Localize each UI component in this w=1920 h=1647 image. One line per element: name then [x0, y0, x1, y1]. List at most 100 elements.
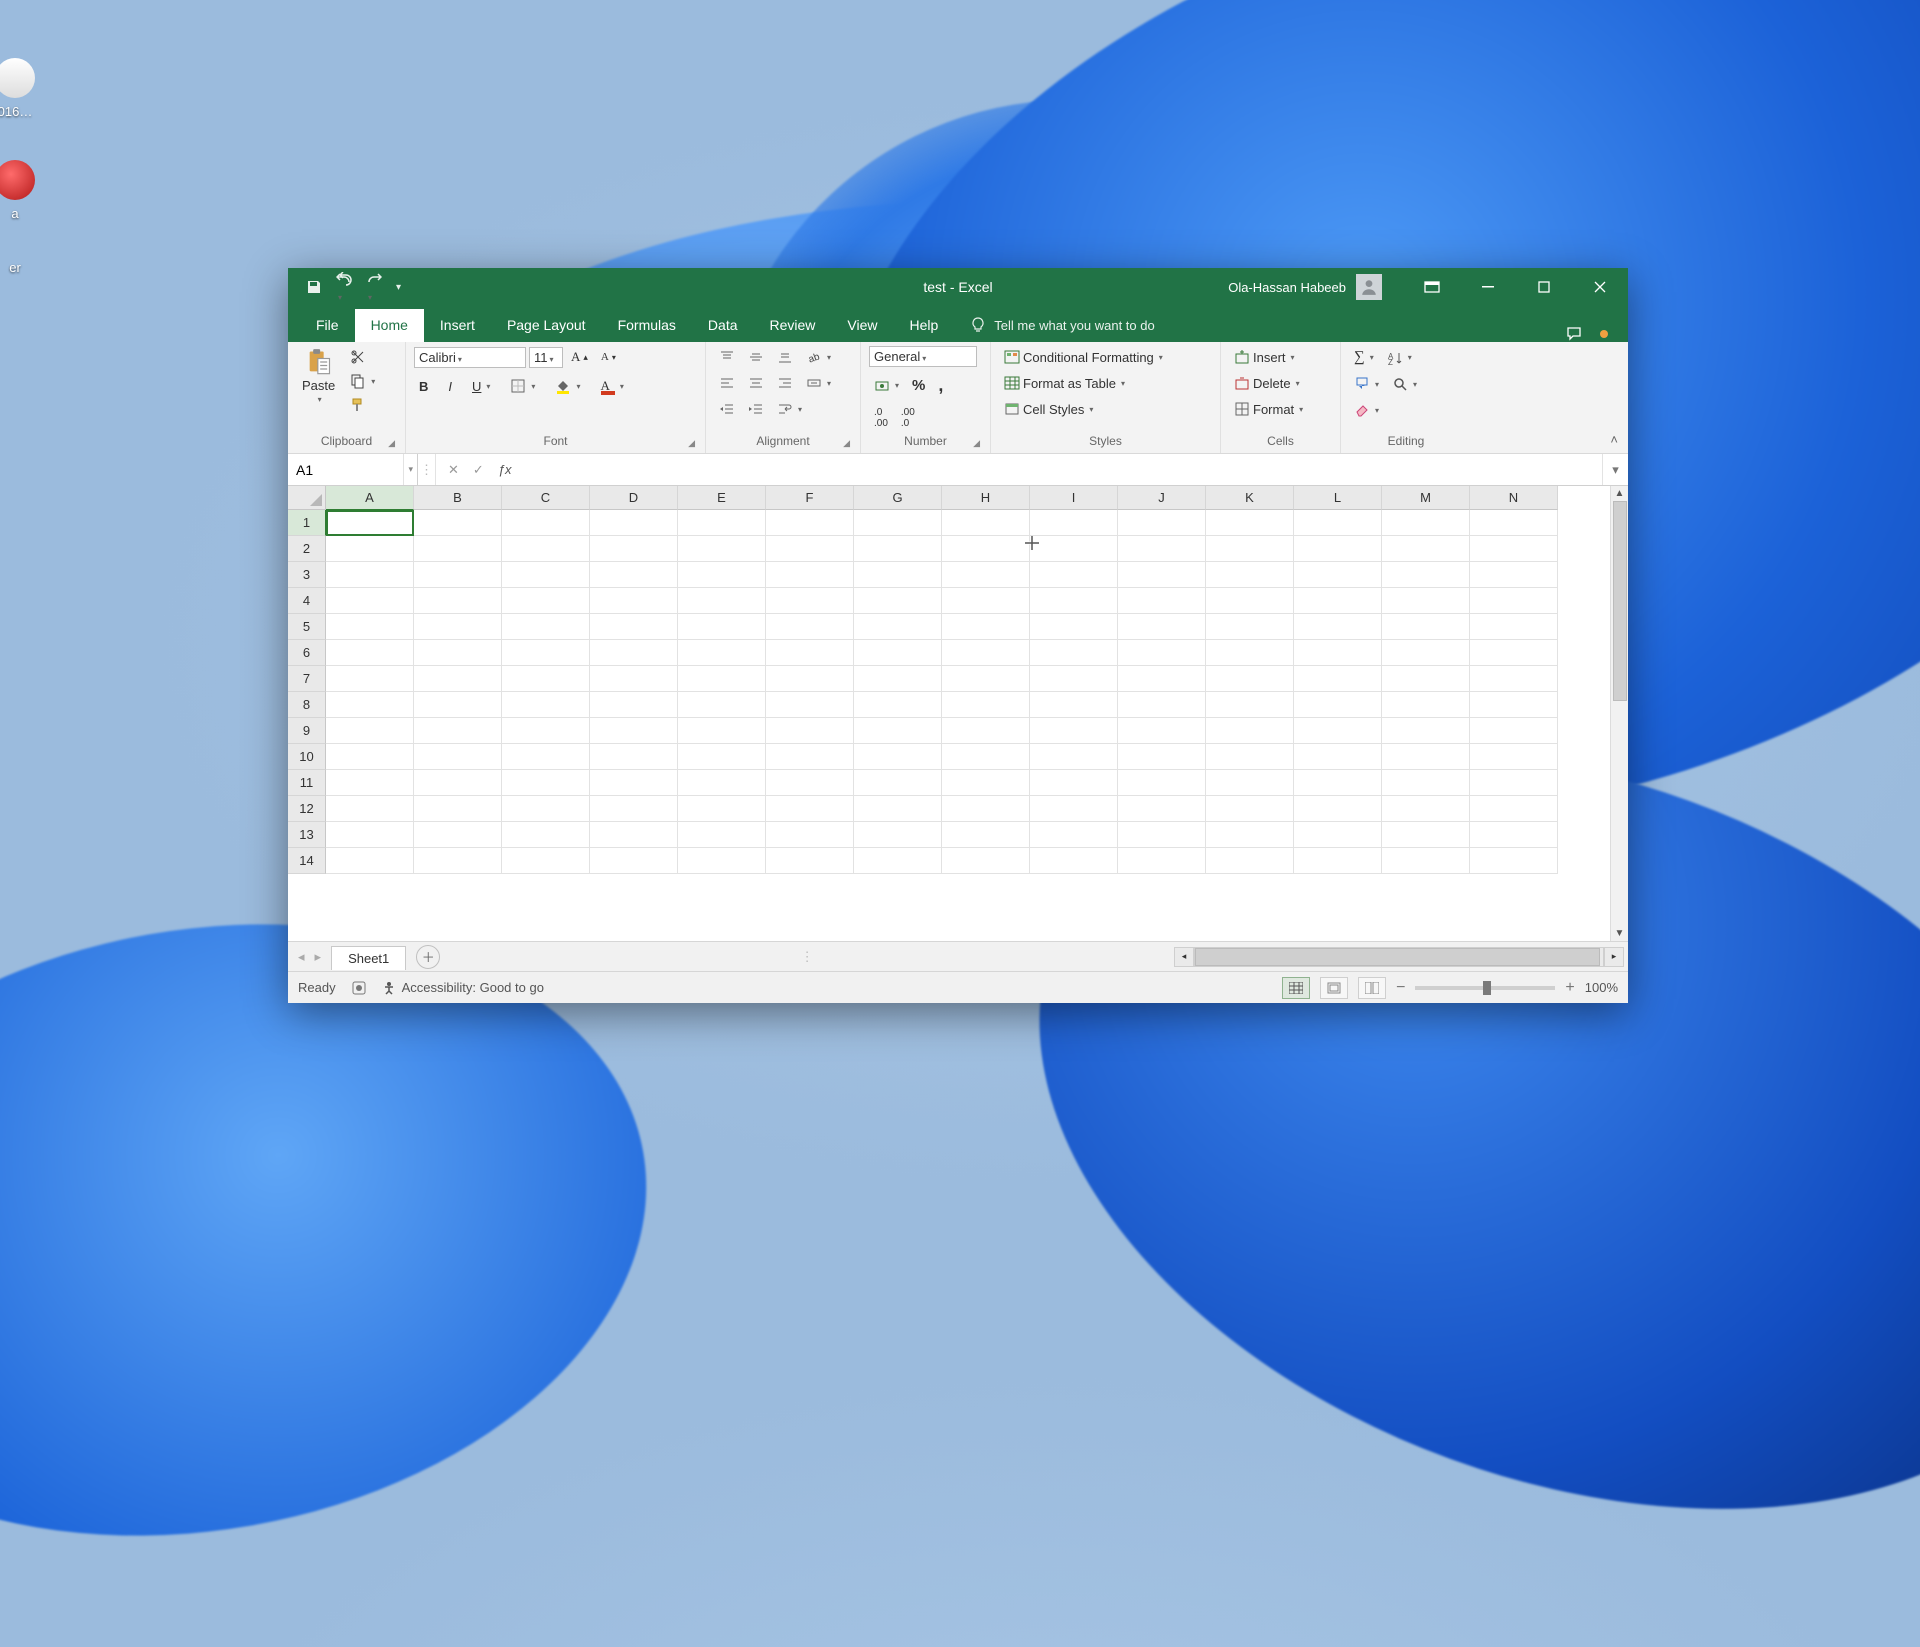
- cell[interactable]: [1206, 562, 1294, 588]
- sheet-prev-button[interactable]: ◂: [298, 949, 305, 965]
- zoom-level[interactable]: 100%: [1585, 980, 1618, 995]
- cell[interactable]: [854, 796, 942, 822]
- cell[interactable]: [678, 562, 766, 588]
- name-box[interactable]: ▾: [288, 454, 418, 485]
- cell[interactable]: [854, 692, 942, 718]
- italic-button[interactable]: I: [443, 376, 457, 397]
- cell[interactable]: [502, 614, 590, 640]
- expand-namebox-button[interactable]: ⋮: [418, 454, 436, 485]
- tab-page-layout[interactable]: Page Layout: [491, 309, 602, 342]
- cell[interactable]: [678, 640, 766, 666]
- cell[interactable]: [326, 770, 414, 796]
- clear-button[interactable]: [1349, 399, 1384, 421]
- cell[interactable]: [414, 848, 502, 874]
- desktop-icon[interactable]: er: [0, 260, 60, 275]
- align-middle-button[interactable]: [743, 346, 769, 368]
- sheet-next-button[interactable]: ▸: [315, 949, 322, 965]
- cell-styles-button[interactable]: Cell Styles: [999, 398, 1098, 420]
- close-button[interactable]: [1572, 268, 1628, 306]
- cell[interactable]: [766, 848, 854, 874]
- fill-button[interactable]: [1349, 373, 1384, 395]
- cell[interactable]: [1382, 510, 1470, 536]
- cell[interactable]: [1118, 666, 1206, 692]
- cell[interactable]: [942, 510, 1030, 536]
- cell[interactable]: [678, 848, 766, 874]
- cell[interactable]: [1382, 822, 1470, 848]
- cell[interactable]: [1206, 848, 1294, 874]
- cell[interactable]: [678, 510, 766, 536]
- cell[interactable]: [414, 588, 502, 614]
- redo-button[interactable]: [366, 272, 382, 303]
- cell[interactable]: [414, 562, 502, 588]
- cell[interactable]: [766, 562, 854, 588]
- cell[interactable]: [1030, 744, 1118, 770]
- cell[interactable]: [1030, 614, 1118, 640]
- cell[interactable]: [942, 536, 1030, 562]
- cell[interactable]: [590, 770, 678, 796]
- cell[interactable]: [854, 510, 942, 536]
- align-top-button[interactable]: [714, 346, 740, 368]
- cell[interactable]: [414, 744, 502, 770]
- formula-input[interactable]: [524, 462, 1602, 478]
- cell[interactable]: [1030, 718, 1118, 744]
- cell[interactable]: [1030, 588, 1118, 614]
- collapse-ribbon-button[interactable]: ˄: [1610, 432, 1618, 447]
- column-header[interactable]: J: [1118, 486, 1206, 510]
- desktop-icon[interactable]: 016…: [0, 58, 60, 119]
- cell[interactable]: [326, 588, 414, 614]
- cell[interactable]: [678, 744, 766, 770]
- cell[interactable]: [502, 562, 590, 588]
- row-header[interactable]: 3: [288, 562, 326, 588]
- cell[interactable]: [1294, 510, 1382, 536]
- cell[interactable]: [1118, 744, 1206, 770]
- format-cells-button[interactable]: Format: [1229, 398, 1308, 420]
- cell[interactable]: [326, 744, 414, 770]
- column-header[interactable]: B: [414, 486, 502, 510]
- cell[interactable]: [766, 796, 854, 822]
- cell[interactable]: [502, 666, 590, 692]
- cell[interactable]: [766, 640, 854, 666]
- tab-file[interactable]: File: [300, 309, 355, 342]
- font-color-button[interactable]: A: [595, 374, 628, 398]
- cell[interactable]: [1382, 536, 1470, 562]
- cell[interactable]: [1470, 796, 1558, 822]
- maximize-button[interactable]: [1516, 268, 1572, 306]
- cell[interactable]: [1382, 588, 1470, 614]
- ribbon-display-options-button[interactable]: [1404, 268, 1460, 306]
- cell[interactable]: [1470, 588, 1558, 614]
- sheet-tab[interactable]: Sheet1: [331, 946, 406, 970]
- cell[interactable]: [1294, 770, 1382, 796]
- scroll-up-button[interactable]: ▲: [1615, 488, 1625, 499]
- cell[interactable]: [678, 822, 766, 848]
- number-format-select[interactable]: General: [869, 346, 977, 367]
- cell[interactable]: [590, 848, 678, 874]
- cell[interactable]: [1118, 796, 1206, 822]
- row-header[interactable]: 12: [288, 796, 326, 822]
- cell[interactable]: [942, 848, 1030, 874]
- cell[interactable]: [590, 744, 678, 770]
- cell[interactable]: [1030, 536, 1118, 562]
- tab-help[interactable]: Help: [894, 309, 955, 342]
- new-sheet-button[interactable]: ＋: [416, 945, 440, 969]
- accounting-format-button[interactable]: [869, 375, 904, 397]
- insert-cells-button[interactable]: Insert: [1229, 346, 1300, 368]
- tab-review[interactable]: Review: [754, 309, 832, 342]
- decrease-indent-button[interactable]: [714, 398, 740, 420]
- accessibility-status[interactable]: Accessibility: Good to go: [382, 980, 544, 995]
- chevron-down-icon[interactable]: ▾: [403, 454, 417, 485]
- cell[interactable]: [1206, 796, 1294, 822]
- tell-me-search[interactable]: Tell me what you want to do: [954, 309, 1170, 342]
- cell[interactable]: [590, 640, 678, 666]
- cell[interactable]: [1206, 614, 1294, 640]
- cell[interactable]: [1294, 796, 1382, 822]
- cell[interactable]: [766, 536, 854, 562]
- cell[interactable]: [414, 770, 502, 796]
- scrollbar-thumb[interactable]: [1195, 948, 1600, 966]
- sheet-bar-splitter[interactable]: ⋮: [793, 949, 822, 965]
- cell[interactable]: [1382, 614, 1470, 640]
- zoom-out-button[interactable]: −: [1396, 979, 1405, 997]
- cell[interactable]: [1118, 588, 1206, 614]
- cell[interactable]: [414, 536, 502, 562]
- cell[interactable]: [1118, 536, 1206, 562]
- row-header[interactable]: 9: [288, 718, 326, 744]
